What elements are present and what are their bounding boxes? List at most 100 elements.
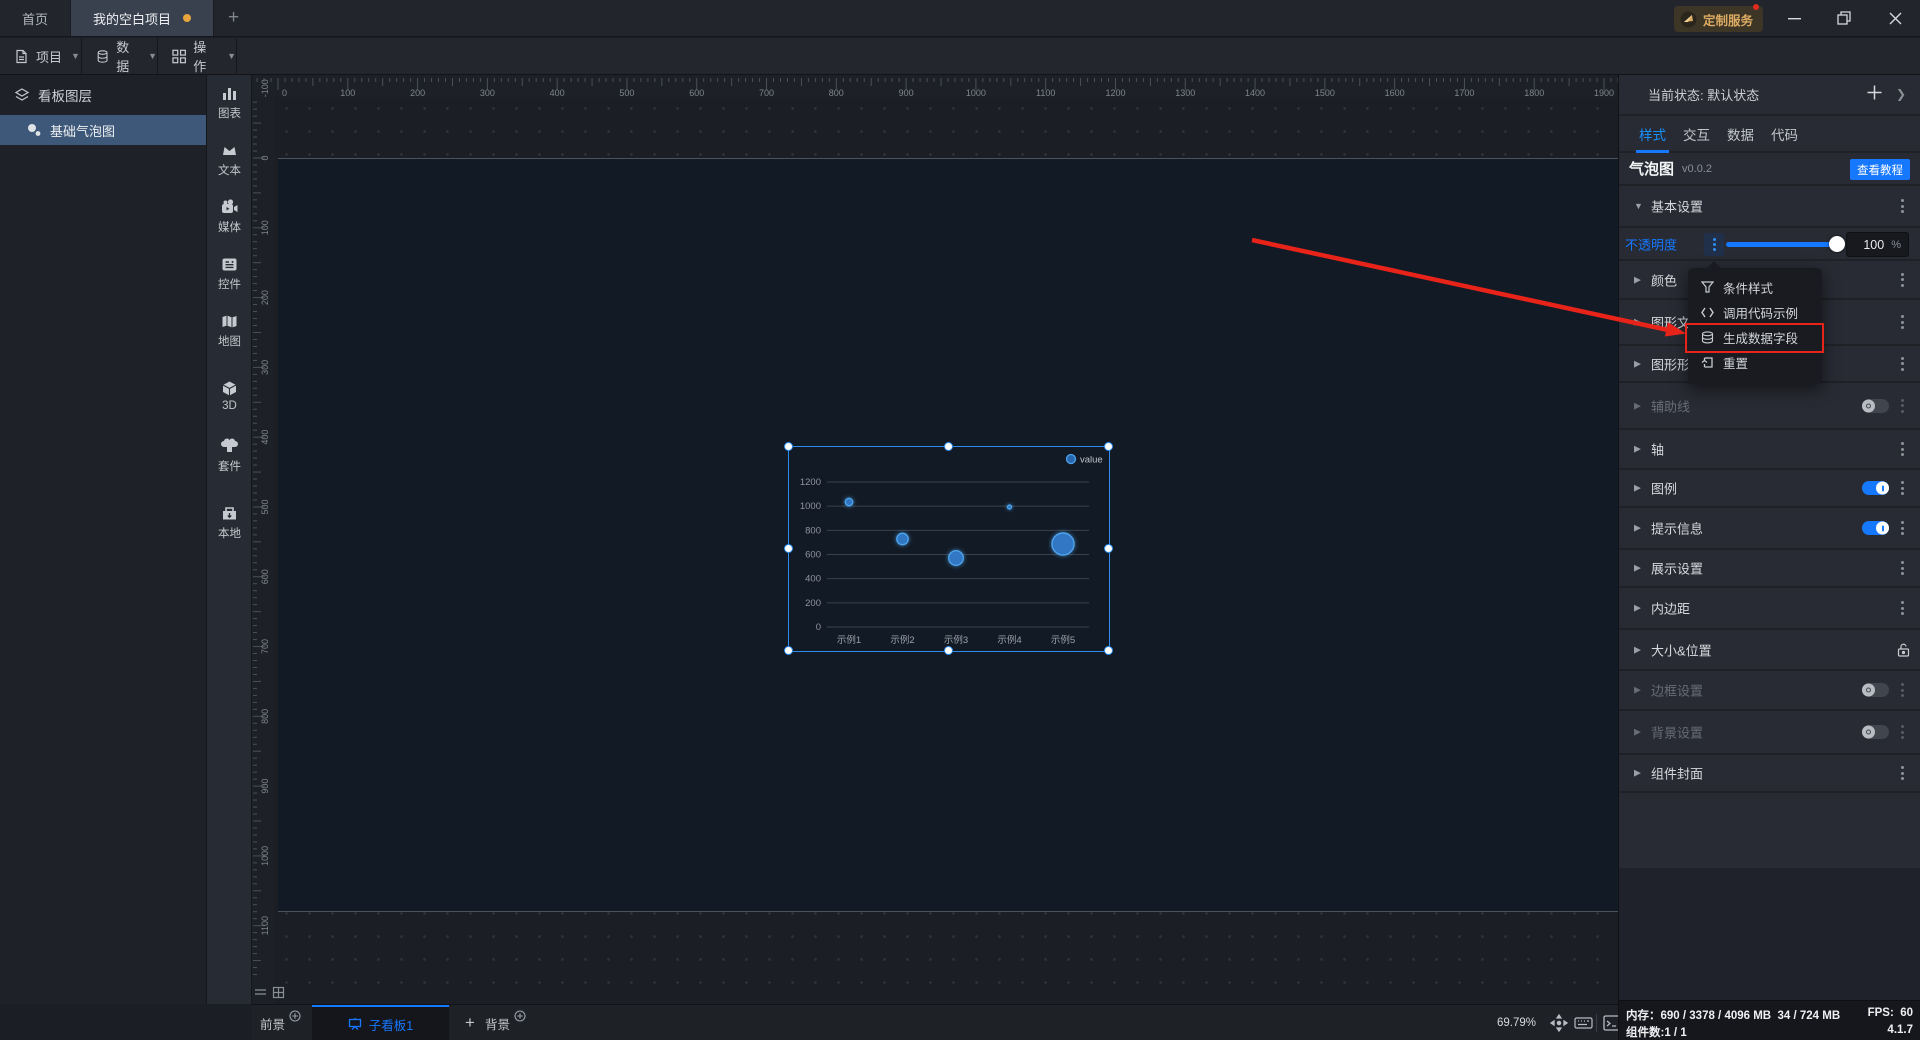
menu-project[interactable]: 项目 ▼ xyxy=(0,38,82,74)
opacity-label[interactable]: 不透明度 xyxy=(1625,234,1677,253)
add-board-button[interactable]: + xyxy=(452,1005,488,1040)
resize-handle-nw[interactable] xyxy=(784,442,793,451)
layer-item-bubble-chart[interactable]: 基础气泡图 xyxy=(0,115,206,145)
tab-style[interactable]: 样式 xyxy=(1636,115,1669,153)
dock-item-text[interactable]: 文本 xyxy=(207,132,252,178)
dock-item-local[interactable]: 本地 xyxy=(207,495,252,541)
tab-code[interactable]: 代码 xyxy=(1770,115,1799,153)
tab-interaction[interactable]: 交互 xyxy=(1682,115,1711,153)
section-display[interactable]: ▶ 展示设置 xyxy=(1619,550,1920,588)
section-basic[interactable]: ▼ 基本设置 xyxy=(1619,186,1920,228)
row-menu-dots[interactable] xyxy=(1895,441,1909,457)
expand-arrow-icon[interactable]: ▶ xyxy=(1634,400,1641,411)
resize-handle-s[interactable] xyxy=(944,646,953,655)
dock-item-widget[interactable]: 控件 xyxy=(207,246,252,292)
expand-arrow-icon[interactable]: ▶ xyxy=(1634,563,1641,574)
section-toggle-on[interactable] xyxy=(1862,521,1889,535)
section-aux-line[interactable]: ▶ 辅助线 xyxy=(1619,383,1920,430)
expand-arrow-icon[interactable]: ▶ xyxy=(1634,358,1641,369)
section-toggle-off[interactable] xyxy=(1862,398,1889,413)
section-border[interactable]: ▶ 边框设置 xyxy=(1619,671,1920,711)
resize-handle-e[interactable] xyxy=(1104,544,1113,553)
snap-toggle-icon[interactable] xyxy=(272,986,285,999)
close-button[interactable] xyxy=(1880,0,1910,36)
new-tab-button[interactable]: + xyxy=(214,0,253,36)
add-state-button[interactable] xyxy=(1866,84,1883,101)
add-foreground-button[interactable] xyxy=(289,1010,301,1022)
row-menu-dots[interactable] xyxy=(1895,600,1909,616)
expand-arrow-icon[interactable]: ▶ xyxy=(1634,523,1641,534)
row-menu-dots[interactable] xyxy=(1895,682,1909,698)
opacity-menu-dots[interactable] xyxy=(1704,233,1724,256)
background-label[interactable]: 背景 xyxy=(485,1005,510,1040)
section-background[interactable]: ▶ 背景设置 xyxy=(1619,711,1920,755)
dock-item-chart[interactable]: 图表 xyxy=(207,75,252,121)
row-menu-dots[interactable] xyxy=(1895,198,1909,214)
shortcut-keys-button[interactable] xyxy=(1574,1014,1593,1032)
row-menu-dots[interactable] xyxy=(1895,398,1909,414)
subboard-tab[interactable]: 子看板1 xyxy=(312,1005,449,1040)
menu-data[interactable]: 数据 ▼ xyxy=(82,38,158,74)
add-background-button[interactable] xyxy=(514,1010,526,1022)
bubble-chart-component[interactable]: 1200 1000 800 600 400 200 0 示例1 示例2 示例3 示例4 示例5 valu… xyxy=(784,442,1113,655)
context-menu-item-3[interactable]: 生成数据字段 xyxy=(1688,325,1822,350)
expand-arrow-icon[interactable]: ▶ xyxy=(1634,274,1641,285)
row-menu-dots[interactable] xyxy=(1895,560,1909,576)
dock-item-media[interactable]: 媒体 xyxy=(207,189,252,235)
restore-button[interactable] xyxy=(1829,0,1859,36)
tab-home[interactable]: 首页 xyxy=(0,0,72,36)
canvas-area[interactable]: 0 100 200 300 400 500 600 700 800 900 1000 1100 1200… xyxy=(252,75,1618,1004)
expand-arrow-icon[interactable]: ▶ xyxy=(1634,317,1641,328)
lock-icon[interactable] xyxy=(1896,642,1911,657)
opacity-value-box[interactable]: 100% xyxy=(1846,232,1909,257)
section-tooltip[interactable]: ▶ 提示信息 xyxy=(1619,508,1920,550)
section-axis[interactable]: ▶ 轴 xyxy=(1619,430,1920,470)
row-menu-dots[interactable] xyxy=(1895,724,1909,740)
expand-arrow-icon[interactable]: ▶ xyxy=(1634,644,1641,655)
expand-arrow-icon[interactable]: ▶ xyxy=(1634,603,1641,614)
row-menu-dots[interactable] xyxy=(1895,765,1909,781)
opacity-slider-knob[interactable] xyxy=(1829,236,1845,252)
foreground-label[interactable]: 前景 xyxy=(260,1005,285,1040)
minimize-button[interactable] xyxy=(1779,0,1809,36)
resize-handle-w[interactable] xyxy=(784,544,793,553)
collapse-arrow-icon[interactable]: ▼ xyxy=(1634,201,1643,211)
custom-service-badge[interactable]: 定制服务 xyxy=(1674,4,1764,32)
expand-arrow-icon[interactable]: ▶ xyxy=(1634,444,1641,455)
row-menu-dots[interactable] xyxy=(1895,272,1909,288)
expand-arrow-icon[interactable]: ▶ xyxy=(1634,727,1641,738)
row-menu-dots[interactable] xyxy=(1895,480,1909,496)
tab-project[interactable]: 我的空白项目 xyxy=(71,0,215,36)
dock-item-kit[interactable]: 套件 xyxy=(207,428,252,474)
row-menu-dots[interactable] xyxy=(1895,356,1909,372)
dock-item-map[interactable]: 地图 xyxy=(207,303,252,349)
resize-handle-se[interactable] xyxy=(1104,646,1113,655)
section-toggle-off[interactable] xyxy=(1862,683,1889,697)
menu-operate[interactable]: 操作 ▼ xyxy=(158,38,237,74)
tab-data[interactable]: 数据 xyxy=(1726,115,1755,153)
row-menu-dots[interactable] xyxy=(1895,314,1909,330)
toggle-knob-mark xyxy=(1881,525,1884,531)
resize-handle-n[interactable] xyxy=(944,442,953,451)
context-menu-item-1[interactable]: 条件样式 xyxy=(1688,275,1822,300)
section-cover[interactable]: ▶ 组件封面 xyxy=(1619,755,1920,793)
resize-handle-sw[interactable] xyxy=(784,646,793,655)
dock-item-cube[interactable]: 3D xyxy=(207,366,252,412)
opacity-slider[interactable] xyxy=(1726,242,1841,247)
tutorial-button[interactable]: 查看教程 xyxy=(1850,159,1910,180)
context-menu-item-4[interactable]: 重置 xyxy=(1688,350,1822,375)
expand-arrow-icon[interactable]: ▶ xyxy=(1634,483,1641,494)
section-padding[interactable]: ▶ 内边距 xyxy=(1619,588,1920,630)
state-expand-chevron[interactable]: ❯ xyxy=(1896,87,1906,101)
section-toggle-off[interactable] xyxy=(1862,725,1889,739)
section-toggle-on[interactable] xyxy=(1862,481,1889,495)
expand-arrow-icon[interactable]: ▶ xyxy=(1634,768,1641,779)
resize-handle-ne[interactable] xyxy=(1104,442,1113,451)
row-menu-dots[interactable] xyxy=(1895,520,1909,536)
ruler-toggle-icon[interactable] xyxy=(254,986,267,999)
fit-screen-button[interactable] xyxy=(1550,1014,1568,1032)
expand-arrow-icon[interactable]: ▶ xyxy=(1634,685,1641,696)
section-legend[interactable]: ▶ 图例 xyxy=(1619,470,1920,508)
section-size-position[interactable]: ▶ 大小&位置 xyxy=(1619,630,1920,671)
context-menu-item-2[interactable]: 调用代码示例 xyxy=(1688,300,1822,325)
